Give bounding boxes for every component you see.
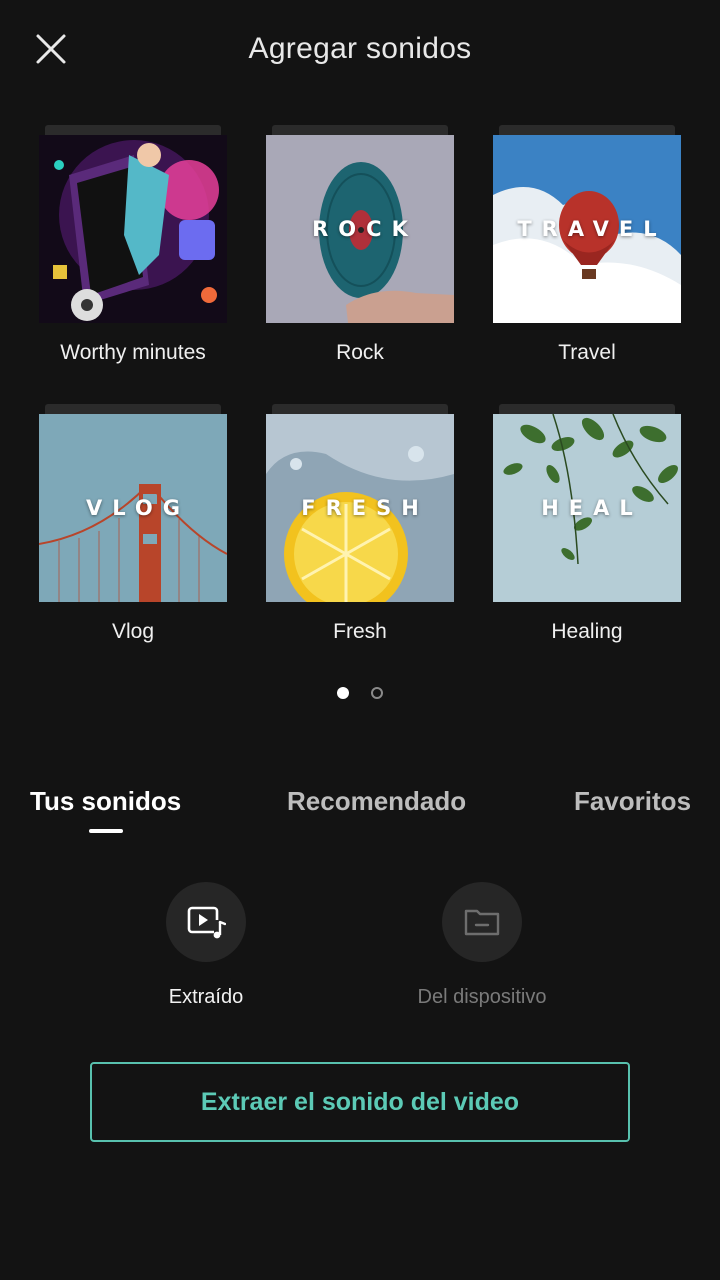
category-label: Travel (558, 341, 616, 364)
page-dot-2[interactable] (371, 687, 384, 699)
category-cover-image: TRAVEL (493, 135, 681, 323)
category-label: Rock (336, 341, 384, 364)
top-bar: Agregar sonidos (0, 0, 720, 100)
category-cover-image (39, 135, 227, 323)
category-cover-image: HEAL (493, 414, 681, 602)
extracted-sounds-button[interactable] (166, 882, 246, 962)
category-label: Healing (551, 620, 623, 643)
pagination-dots (0, 686, 720, 702)
tab-tus-sonidos[interactable]: Tus sonidos (30, 786, 181, 817)
cover-text: ROCK (312, 217, 418, 241)
category-label: Vlog (111, 620, 155, 643)
category-label: Worthy minutes (60, 341, 206, 364)
category-cover-image: FRESH (266, 414, 454, 602)
extract-sound-button[interactable]: Extraer el sonido del video (90, 1062, 630, 1142)
device-sounds-button[interactable] (442, 882, 522, 962)
extracted-sounds-label: Extraído (168, 986, 244, 1008)
device-sounds-label: Del dispositivo (417, 986, 547, 1008)
category-label: Fresh (333, 620, 387, 643)
cover-text: TRAVEL (517, 217, 667, 241)
active-tab-indicator (89, 829, 123, 833)
cover-text: FRESH (301, 496, 429, 520)
category-cover-image: ROCK (266, 135, 454, 323)
video-music-icon (187, 906, 226, 939)
page-dot-1[interactable] (336, 687, 349, 699)
page-title: Agregar sonidos (248, 32, 472, 65)
folder-icon (464, 909, 500, 936)
cover-text: VLOG (86, 496, 190, 520)
cover-text: HEAL (541, 496, 643, 520)
tab-favoritos[interactable]: Favoritos (574, 786, 691, 817)
category-cover-image: VLOG (39, 414, 227, 602)
tab-recomendado[interactable]: Recomendado (287, 786, 466, 817)
